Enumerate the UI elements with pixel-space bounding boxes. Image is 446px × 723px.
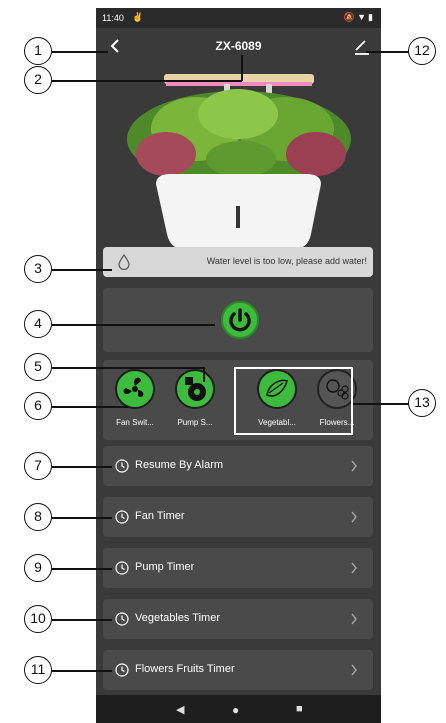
callout-13-leader xyxy=(353,403,409,405)
power-card xyxy=(103,288,373,352)
water-warning-text: Water level is too low, please add water… xyxy=(206,256,367,266)
callout-2: 2 xyxy=(24,66,52,94)
chevron-right-icon xyxy=(351,562,357,574)
pump-icon xyxy=(185,377,206,401)
nav-recents-icon[interactable]: ■ xyxy=(296,703,303,715)
page-title: ZX-6089 xyxy=(215,39,262,53)
nav-home-icon[interactable]: ● xyxy=(232,703,239,717)
callout-2-leader xyxy=(52,80,242,82)
callout-10: 10 xyxy=(24,605,52,633)
callout-7: 7 xyxy=(24,452,52,480)
menu-item-label: Vegetables Timer xyxy=(135,612,220,624)
chevron-right-icon xyxy=(351,460,357,472)
fan-icon xyxy=(123,377,144,398)
water-warning-banner: Water level is too low, please add water… xyxy=(103,247,373,277)
callout-4: 4 xyxy=(24,310,52,338)
callout-6-leader xyxy=(52,406,128,408)
clock-icon xyxy=(115,459,129,473)
fan-switch-toggle[interactable] xyxy=(115,369,155,409)
callout-11-leader xyxy=(52,670,112,672)
callout-13-box xyxy=(234,367,353,435)
callout-3-leader xyxy=(52,269,112,271)
callout-3: 3 xyxy=(24,255,52,283)
callout-12: 12 xyxy=(408,37,436,65)
callout-5-leader xyxy=(52,367,204,369)
callout-8: 8 xyxy=(24,503,52,531)
callout-12-leader xyxy=(366,51,409,53)
clock-icon xyxy=(115,663,129,677)
callout-1-leader xyxy=(52,51,108,53)
pump-switch[interactable]: Pump S... xyxy=(165,360,225,440)
status-time: 11:40 xyxy=(102,13,124,23)
system-icons: 🔕▼▮ xyxy=(343,12,375,22)
navigation-bar: ◀ ● ■ xyxy=(96,695,381,723)
callout-8-leader xyxy=(52,517,112,519)
chevron-right-icon xyxy=(351,511,357,523)
menu-item-resume-by-alarm[interactable]: Resume By Alarm xyxy=(103,446,373,486)
planter-image xyxy=(127,74,351,249)
clock-icon xyxy=(115,612,129,626)
callout-6: 6 xyxy=(24,392,52,420)
callout-13: 13 xyxy=(408,389,436,417)
power-icon xyxy=(229,308,251,332)
edit-icon[interactable] xyxy=(353,38,371,56)
fan-switch-label: Fan Swit... xyxy=(116,418,154,427)
chevron-right-icon xyxy=(351,664,357,676)
menu-item-label: Pump Timer xyxy=(135,561,195,573)
nav-back-icon[interactable]: ◀ xyxy=(176,703,184,716)
menu-item-fan-timer[interactable]: Fan Timer xyxy=(103,497,373,537)
callout-5-leader-vertical xyxy=(203,367,205,382)
callout-1: 1 xyxy=(24,37,52,65)
phone-screen: 11:40 ✌ 🔕▼▮ ZX-6089 Water level is too l… xyxy=(96,8,381,723)
fan-switch[interactable]: Fan Swit... xyxy=(105,360,165,440)
callout-2-leader-vertical xyxy=(241,55,243,81)
menu-item-pump-timer[interactable]: Pump Timer xyxy=(103,548,373,588)
callout-9-leader xyxy=(52,568,112,570)
menu-item-vegetables-timer[interactable]: Vegetables Timer xyxy=(103,599,373,639)
callout-11: 11 xyxy=(24,656,52,684)
notification-icon: ✌ xyxy=(132,12,144,22)
pump-switch-toggle[interactable] xyxy=(175,369,215,409)
callout-9: 9 xyxy=(24,554,52,582)
water-drop-icon xyxy=(118,254,130,270)
power-button[interactable] xyxy=(221,301,259,339)
chevron-right-icon xyxy=(351,613,357,625)
menu-item-flowers-fruits-timer[interactable]: Flowers Fruits Timer xyxy=(103,650,373,690)
menu-item-label: Fan Timer xyxy=(135,510,185,522)
callout-7-leader xyxy=(52,466,112,468)
menu-item-label: Flowers Fruits Timer xyxy=(135,663,235,675)
callout-5: 5 xyxy=(24,353,52,381)
status-bar: 11:40 ✌ 🔕▼▮ xyxy=(96,8,381,28)
menu-item-label: Resume By Alarm xyxy=(135,459,224,471)
clock-icon xyxy=(115,510,129,524)
clock-icon xyxy=(115,561,129,575)
title-bar: ZX-6089 xyxy=(96,28,381,66)
callout-10-leader xyxy=(52,619,112,621)
pump-switch-label: Pump S... xyxy=(177,418,213,427)
callout-4-leader xyxy=(52,324,215,326)
